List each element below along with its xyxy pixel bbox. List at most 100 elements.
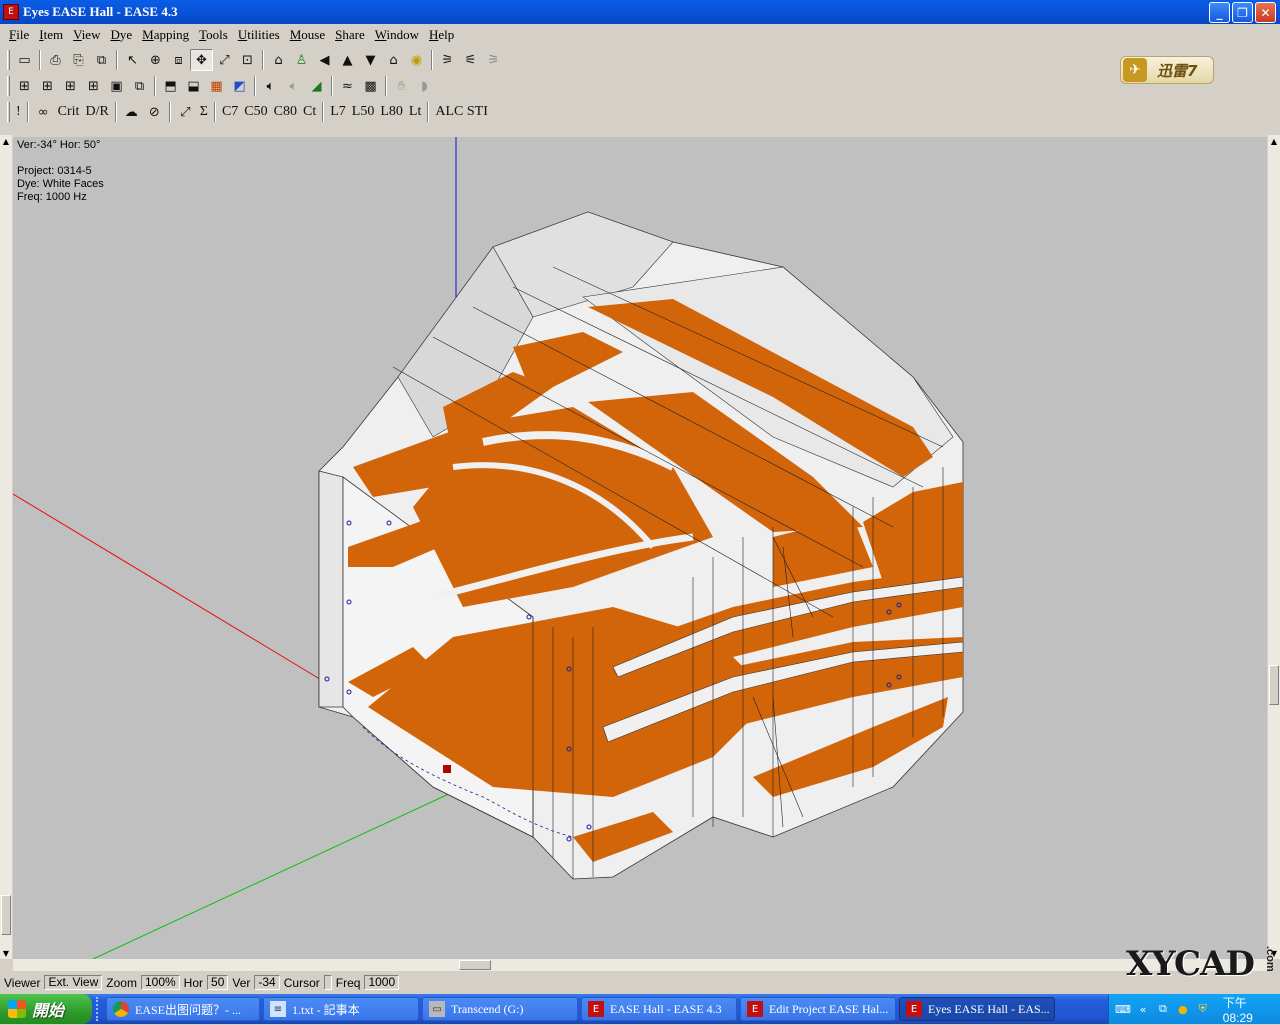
c7-button[interactable]: C7 bbox=[219, 101, 241, 123]
crosshair-icon[interactable]: ⊕ bbox=[144, 49, 167, 71]
select-pointer-icon[interactable]: ↖ bbox=[121, 49, 144, 71]
speaker-group-icon[interactable]: ⚞ bbox=[482, 49, 505, 71]
tray-expand-icon[interactable]: « bbox=[1135, 1001, 1151, 1017]
hall-model-drawing[interactable] bbox=[13, 137, 1267, 959]
security-shield-icon[interactable]: ⛨ bbox=[1195, 1001, 1211, 1017]
pan-move-icon[interactable]: ✥ bbox=[190, 49, 213, 71]
crit-button[interactable]: Crit bbox=[55, 101, 83, 123]
menu-utilities[interactable]: Utilities bbox=[233, 27, 285, 43]
menu-help[interactable]: Help bbox=[424, 27, 459, 43]
link-icon[interactable]: ∞ bbox=[32, 101, 55, 123]
maximize-button[interactable]: ❐ bbox=[1232, 2, 1253, 23]
color-map-icon[interactable]: ▦ bbox=[205, 75, 228, 97]
view-grid-1-icon[interactable]: ⊞ bbox=[13, 75, 36, 97]
left-scrollbar[interactable]: ▲ ▼ bbox=[0, 135, 12, 959]
xunlei-floating-widget[interactable]: ✈︎ 迅雷7 bbox=[1120, 56, 1214, 84]
lt-button[interactable]: Lt bbox=[406, 101, 424, 123]
zoom-fit-icon[interactable]: ⊡ bbox=[236, 49, 259, 71]
task-transcend[interactable]: ▭ Transcend (G:) bbox=[422, 997, 578, 1021]
hand-icon[interactable]: ✋︎ bbox=[390, 75, 413, 97]
l7-button[interactable]: L7 bbox=[327, 101, 349, 123]
scroll-up-icon[interactable]: ▲ bbox=[0, 135, 12, 147]
c50-button[interactable]: C50 bbox=[241, 101, 270, 123]
keyboard-icon[interactable]: ⌨︎ bbox=[1115, 1001, 1131, 1017]
horizontal-scrollbar[interactable] bbox=[13, 959, 1267, 971]
task-eyes-ease-hall[interactable]: E Eyes EASE Hall - EAS... bbox=[899, 997, 1055, 1021]
dr-button[interactable]: D/R bbox=[82, 101, 111, 123]
ct-button[interactable]: Ct bbox=[300, 101, 319, 123]
toolbar-grip[interactable] bbox=[7, 76, 10, 96]
wave-icon[interactable]: ≈ bbox=[336, 75, 359, 97]
close-button[interactable]: ✕ bbox=[1255, 2, 1276, 23]
cloud-icon[interactable]: ☁︎ bbox=[120, 101, 143, 123]
menu-window[interactable]: Window bbox=[370, 27, 424, 43]
speaker-icon[interactable]: 🔈︎ bbox=[259, 75, 282, 97]
view-grid-2-icon[interactable]: ⊞ bbox=[36, 75, 59, 97]
arrow-left-icon[interactable]: ◀ bbox=[313, 49, 336, 71]
wireframe-icon[interactable]: ⬒ bbox=[159, 75, 182, 97]
clock[interactable]: 下午 08:29 bbox=[1223, 994, 1280, 1025]
sum-button[interactable]: Σ bbox=[197, 101, 211, 123]
task-chrome[interactable]: EASE出图问题？- ... bbox=[106, 997, 260, 1021]
room-icon[interactable]: ⌂ bbox=[267, 49, 290, 71]
menu-dye[interactable]: Dye bbox=[105, 27, 137, 43]
menu-item[interactable]: Item bbox=[34, 27, 68, 43]
menu-mapping[interactable]: Mapping bbox=[137, 27, 194, 43]
ease-logo-icon: E bbox=[588, 1001, 604, 1017]
home-icon[interactable]: ⌂ bbox=[382, 49, 405, 71]
zoom-window-icon[interactable]: ⧈ bbox=[167, 49, 190, 71]
print-preview-icon[interactable]: ⎘ bbox=[67, 49, 90, 71]
new-window-icon[interactable]: ▭ bbox=[13, 49, 36, 71]
render-icon[interactable]: ◉ bbox=[405, 49, 428, 71]
alc-sti-button[interactable]: ALC STI bbox=[432, 101, 491, 123]
scroll-thumb[interactable] bbox=[1, 895, 11, 935]
task-ease-hall[interactable]: E EASE Hall - EASE 4.3 bbox=[581, 997, 737, 1021]
hat-icon[interactable]: ▲ bbox=[336, 49, 359, 71]
menu-view[interactable]: View bbox=[68, 27, 105, 43]
export-icon[interactable]: ⧉ bbox=[90, 49, 113, 71]
view-grid-4-icon[interactable]: ⊞ bbox=[82, 75, 105, 97]
toolbar-grip[interactable] bbox=[7, 50, 10, 70]
arrow-down-icon[interactable]: ▼ bbox=[359, 49, 382, 71]
menu-file[interactable]: File bbox=[4, 27, 34, 43]
task-edit-project[interactable]: E Edit Project EASE Hal... bbox=[740, 997, 896, 1021]
ray-icon[interactable]: ⤢ bbox=[174, 101, 197, 123]
grid-map-icon[interactable]: ▩ bbox=[359, 75, 382, 97]
c80-button[interactable]: C80 bbox=[271, 101, 300, 123]
toolbar-separator bbox=[385, 76, 387, 96]
speaker-off-icon[interactable]: 🔈︎ bbox=[282, 75, 305, 97]
minimize-button[interactable]: _ bbox=[1209, 2, 1230, 23]
shading-icon[interactable]: ◩ bbox=[228, 75, 251, 97]
warning-button[interactable]: ! bbox=[13, 101, 24, 123]
toolbar-grip[interactable] bbox=[7, 102, 10, 122]
right-scrollbar[interactable]: ▲ ▼ bbox=[1268, 135, 1280, 959]
view-layers-icon[interactable]: ⧉ bbox=[128, 75, 151, 97]
l80-button[interactable]: L80 bbox=[377, 101, 406, 123]
3d-viewport[interactable]: Ver:-34° Hor: 50° Project: 0314-5 Dye: W… bbox=[13, 137, 1267, 959]
no-entry-icon[interactable]: ⊘ bbox=[143, 101, 166, 123]
speaker-array-icon[interactable]: ⚞ bbox=[436, 49, 459, 71]
audience-area-icon[interactable]: ◢ bbox=[305, 75, 328, 97]
l50-button[interactable]: L50 bbox=[349, 101, 378, 123]
speaker-cluster-icon[interactable]: ⚟ bbox=[459, 49, 482, 71]
print-icon[interactable]: ⎙ bbox=[44, 49, 67, 71]
walk-icon[interactable]: ♙ bbox=[290, 49, 313, 71]
network-icon[interactable]: ⧉ bbox=[1155, 1001, 1171, 1017]
wechat-icon[interactable]: ● bbox=[1175, 1001, 1191, 1017]
view-box-icon[interactable]: ▣ bbox=[105, 75, 128, 97]
view-grid-3-icon[interactable]: ⊞ bbox=[59, 75, 82, 97]
solid-icon[interactable]: ⬓ bbox=[182, 75, 205, 97]
scroll-thumb[interactable] bbox=[459, 960, 491, 970]
scroll-up-icon[interactable]: ▲ bbox=[1268, 135, 1280, 147]
task-notepad[interactable]: ≡ 1.txt - 記事本 bbox=[263, 997, 419, 1021]
start-button[interactable]: 開始 bbox=[0, 994, 92, 1024]
menu-share[interactable]: Share bbox=[330, 27, 370, 43]
ease-logo-icon[interactable]: E bbox=[3, 4, 19, 20]
menu-tools[interactable]: Tools bbox=[194, 27, 233, 43]
zoom-extents-icon[interactable]: ⤢ bbox=[213, 49, 236, 71]
scroll-thumb[interactable] bbox=[1269, 665, 1279, 705]
ear-icon[interactable]: ◗ bbox=[413, 75, 436, 97]
scroll-down-icon[interactable]: ▼ bbox=[0, 947, 12, 959]
taskbar-grip[interactable] bbox=[96, 997, 102, 1021]
menu-mouse[interactable]: Mouse bbox=[285, 27, 330, 43]
